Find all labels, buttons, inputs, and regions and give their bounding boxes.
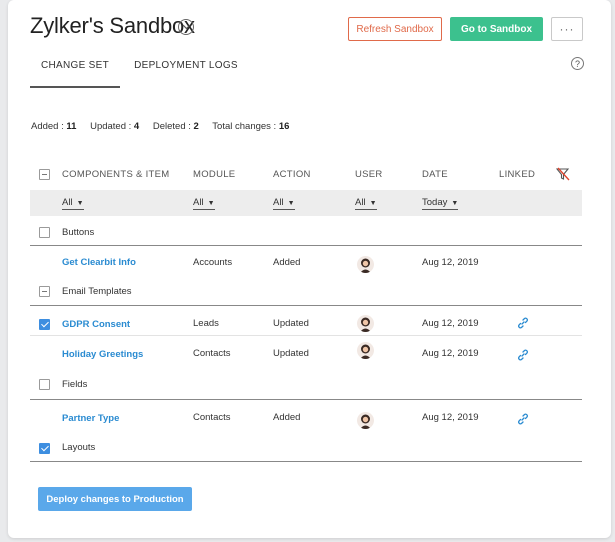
table-row: Partner Type Contacts Added Aug 12, 2019 [30, 400, 582, 430]
group-buttons-checkbox[interactable] [39, 227, 50, 238]
date-cell: Aug 12, 2019 [422, 257, 479, 268]
user-avatar [357, 256, 374, 273]
action-cell: Added [273, 257, 301, 268]
date-cell: Aug 12, 2019 [422, 318, 479, 329]
group-label: Fields [62, 379, 88, 390]
more-options-button[interactable]: ··· [551, 17, 583, 41]
refresh-sandbox-button[interactable]: Refresh Sandbox [348, 17, 442, 41]
table-row: Get Clearbit Info Accounts Added Aug 12,… [30, 246, 582, 276]
filter-date-select[interactable]: Today ▼ [422, 197, 459, 210]
added-count: 11 [66, 121, 77, 132]
group-fields-checkbox[interactable] [39, 379, 50, 390]
filter-components-value: All [62, 197, 73, 208]
caret-down-icon: ▼ [207, 200, 215, 207]
module-cell: Leads [193, 318, 219, 329]
deleted-label: Deleted : [152, 121, 191, 132]
filter-components-select[interactable]: All ▼ [62, 197, 84, 210]
col-module: MODULE [193, 169, 236, 180]
go-to-sandbox-button[interactable]: Go to Sandbox [450, 17, 543, 41]
group-email-templates-checkbox[interactable] [39, 286, 50, 297]
action-cell: Updated [273, 318, 309, 329]
deploy-to-production-button[interactable]: Deploy changes to Production [38, 487, 192, 511]
deleted-count: 2 [193, 121, 199, 132]
action-cell: Updated [273, 348, 309, 359]
total-count: 16 [278, 121, 290, 132]
updated-count: 4 [133, 121, 140, 132]
filter-action-value: All [273, 197, 284, 208]
component-link[interactable]: GDPR Consent [62, 319, 130, 330]
group-label: Email Templates [62, 286, 132, 297]
caret-down-icon: ▼ [287, 200, 295, 207]
filter-row: All ▼ All ▼ All ▼ All ▼ Today ▼ [30, 190, 582, 216]
tab-deployment-logs[interactable]: DEPLOYMENT LOGS [134, 58, 238, 88]
module-cell: Contacts [193, 412, 231, 423]
filter-module-value: All [193, 197, 204, 208]
sandbox-card: Zylker's Sandbox Refresh Sandbox Go to S… [8, 0, 611, 538]
link-icon[interactable] [517, 349, 529, 364]
user-avatar [357, 412, 374, 429]
caret-down-icon: ▼ [451, 200, 459, 207]
user-avatar [357, 315, 374, 332]
col-user: USER [355, 169, 383, 180]
table-row: Holiday Greetings Contacts Updated Aug 1… [30, 336, 582, 366]
change-summary: Added : 11 Updated : 4 Deleted : 2 Total… [31, 121, 300, 132]
date-cell: Aug 12, 2019 [422, 412, 479, 423]
group-email-templates: Email Templates [30, 276, 582, 306]
group-fields: Fields [30, 370, 582, 400]
col-linked: LINKED [499, 169, 536, 180]
group-buttons: Buttons [30, 216, 582, 246]
col-components: COMPONENTS & ITEM [62, 169, 170, 180]
caret-down-icon: ▼ [369, 200, 377, 207]
module-cell: Contacts [193, 348, 231, 359]
user-avatar [357, 342, 374, 359]
table-row: GDPR Consent Leads Updated Aug 12, 2019 [30, 306, 582, 336]
filter-user-select[interactable]: All ▼ [355, 197, 377, 210]
component-link[interactable]: Holiday Greetings [62, 349, 143, 360]
group-layouts-checkbox[interactable] [39, 443, 50, 454]
group-layouts: Layouts [30, 432, 582, 462]
group-label: Buttons [62, 227, 95, 238]
component-link[interactable]: Get Clearbit Info [62, 257, 136, 268]
link-icon[interactable] [517, 317, 529, 332]
component-link[interactable]: Partner Type [62, 413, 119, 424]
filter-date-value: Today [422, 197, 448, 208]
filter-user-value: All [355, 197, 366, 208]
updated-label: Updated : [90, 121, 132, 132]
filter-icon[interactable] [555, 167, 571, 185]
col-action: ACTION [273, 169, 311, 180]
total-label: Total changes : [212, 121, 277, 132]
action-cell: Added [273, 412, 301, 423]
date-cell: Aug 12, 2019 [422, 348, 479, 359]
link-icon[interactable] [517, 413, 529, 428]
col-date: DATE [422, 169, 448, 180]
added-label: Added : [31, 121, 64, 132]
filter-action-select[interactable]: All ▼ [273, 197, 295, 210]
table-header: COMPONENTS & ITEM MODULE ACTION USER DAT… [30, 160, 582, 190]
group-label: Layouts [62, 442, 96, 453]
module-cell: Accounts [193, 257, 233, 268]
help-icon[interactable]: ? [571, 57, 584, 70]
caret-down-icon: ▼ [76, 200, 84, 207]
page-title: Zylker's Sandbox [30, 13, 195, 38]
sandbox-switch-chevron-icon[interactable] [178, 19, 194, 35]
tab-change-set[interactable]: CHANGE SET [30, 58, 120, 88]
row-checkbox[interactable] [39, 319, 50, 330]
select-all-checkbox[interactable] [39, 169, 50, 180]
filter-module-select[interactable]: All ▼ [193, 197, 215, 210]
